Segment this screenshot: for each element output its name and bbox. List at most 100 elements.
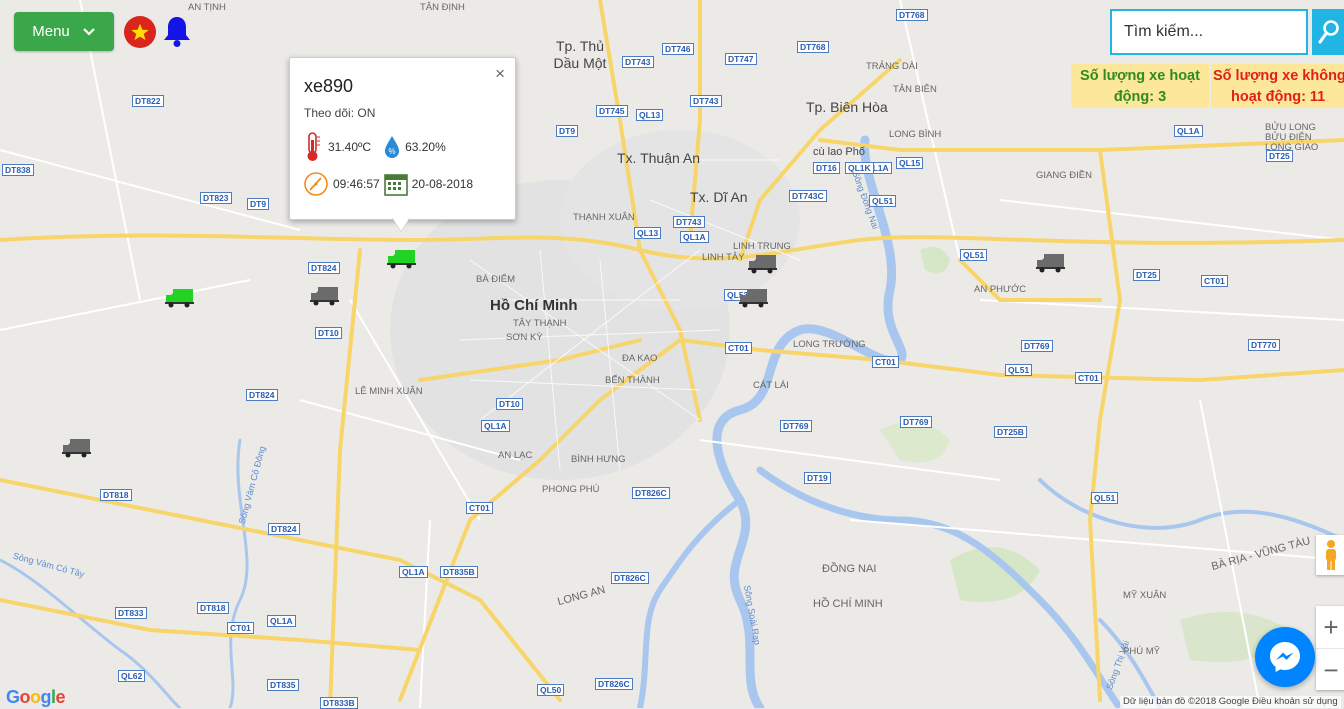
- road-shield: QL51: [1091, 492, 1119, 504]
- inactive-vehicles-count: Số lượng xe không hoạt động: 11: [1211, 64, 1344, 108]
- road-shield: DT9: [556, 125, 579, 137]
- road-shield: DT16: [813, 162, 840, 174]
- road-shield: DT769: [1021, 340, 1053, 352]
- temperature-value: 31.40ºC: [328, 140, 372, 154]
- map-label-district: BÌNH HƯNG: [571, 454, 626, 465]
- road-shield: DT768: [797, 41, 829, 53]
- truck-marker-inactive[interactable]: [310, 285, 340, 307]
- road-shield: DT9: [247, 198, 270, 210]
- menu-button[interactable]: Menu: [14, 12, 114, 51]
- road-shield: DT769: [900, 416, 932, 428]
- road-shield: DT10: [315, 327, 342, 339]
- road-shield: QL50: [537, 684, 565, 696]
- truck-marker-inactive[interactable]: [62, 437, 92, 459]
- road-shield: QL15: [896, 157, 924, 169]
- road-shield: DT833: [115, 607, 147, 619]
- zoom-out-button[interactable]: −: [1316, 649, 1344, 691]
- search-input[interactable]: [1112, 11, 1306, 53]
- vehicle-name: xe890: [304, 76, 354, 96]
- active-count-line2: động: 3: [1113, 89, 1167, 105]
- road-shield: DT747: [725, 53, 757, 65]
- road-shield: DT768: [896, 9, 928, 21]
- map-label-district: LINH TRUNG: [733, 241, 791, 252]
- map-label-district: TÂY THẠNH: [513, 318, 567, 329]
- road-shield: DT822: [132, 95, 164, 107]
- road-shield: QL1A: [1174, 125, 1203, 137]
- humidity-value: 63.20%: [405, 140, 446, 154]
- road-shield: QL51: [960, 249, 988, 261]
- messenger-icon: [1270, 642, 1300, 672]
- menu-label: Menu: [32, 23, 70, 40]
- map-label-district: ĐA KAO: [622, 353, 658, 364]
- street-view-pegman-icon[interactable]: [1316, 535, 1344, 575]
- sensor-row: 31.40ºC % 63.20%: [304, 132, 446, 162]
- truck-marker-inactive[interactable]: [748, 253, 778, 275]
- road-shield: DT824: [268, 523, 300, 535]
- road-shield: DT823: [200, 192, 232, 204]
- popup-pointer: [392, 217, 410, 231]
- vietnam-flag-icon[interactable]: [124, 16, 156, 48]
- road-shield: QL13: [636, 109, 664, 121]
- search-field[interactable]: [1110, 9, 1308, 55]
- road-shield: DT826C: [632, 487, 670, 499]
- road-shield: DT770: [1248, 339, 1280, 351]
- map-label-district: TÂN ĐỊNH: [420, 2, 465, 13]
- map-label-region: ĐỒNG NAI: [822, 563, 877, 575]
- map-label-city: Tx. Thuận An: [617, 150, 701, 166]
- road-shield: QL51: [1005, 364, 1033, 376]
- road-shield: QL1A: [399, 566, 428, 578]
- road-shield: DT25B: [994, 426, 1027, 438]
- calendar-icon: [383, 174, 408, 196]
- road-shield: QL62: [118, 670, 146, 682]
- search-icon: [1318, 20, 1339, 44]
- search-button[interactable]: [1312, 9, 1344, 55]
- map-label-city: Tp. Thủ Dầu Một: [553, 38, 607, 71]
- map-label-district: AN TỊNH: [188, 2, 226, 13]
- bell-icon[interactable]: [161, 15, 193, 49]
- google-logo: Google: [6, 687, 66, 707]
- vehicle-info-popup: × xe890 Theo dõi: ON 31.40ºC % 63.20% 09…: [289, 57, 516, 220]
- map-label-district: TRẢNG DÀI: [866, 61, 918, 72]
- road-shield: DT835B: [440, 566, 478, 578]
- map-label-district: MỸ XUÂN: [1123, 590, 1167, 601]
- road-shield: DT826C: [595, 678, 633, 690]
- road-shield: QL1A: [481, 420, 510, 432]
- map-label-district: LONG BÌNH: [889, 129, 942, 140]
- speedometer-icon: [304, 172, 328, 196]
- road-shield: QL1K: [845, 162, 874, 174]
- road-shield: DT745: [596, 105, 628, 117]
- truck-marker-active[interactable]: [387, 248, 417, 270]
- messenger-chat-button[interactable]: [1255, 627, 1315, 687]
- map-label-district: SƠN KỲ: [506, 332, 543, 343]
- road-shield: DT838: [2, 164, 34, 176]
- time-row: 09:46:57 20-08-2018: [304, 172, 473, 196]
- road-shield: DT824: [246, 389, 278, 401]
- road-shield: DT743: [622, 56, 654, 68]
- road-shield: QL51: [869, 195, 897, 207]
- road-shield: CT01: [872, 356, 899, 368]
- map-label-island: cù lao Phố: [813, 146, 865, 158]
- map-label-city: Tx. Dĩ An: [690, 189, 748, 205]
- road-shield: QL1A: [680, 231, 709, 243]
- truck-marker-inactive[interactable]: [1036, 252, 1066, 274]
- road-shield: DT743: [690, 95, 722, 107]
- humidity-drop-icon: %: [385, 136, 400, 158]
- road-shield: CT01: [227, 622, 254, 634]
- map-label-city: Tp. Biên Hòa: [806, 99, 888, 115]
- map-label-district: BẾN THÀNH: [605, 375, 660, 386]
- inactive-count-line1: Số lượng xe không: [1213, 68, 1344, 84]
- svg-text:%: %: [389, 147, 396, 156]
- inactive-count-line2: hoạt động: 11: [1231, 89, 1326, 105]
- truck-marker-active[interactable]: [165, 287, 195, 309]
- active-count-line1: Số lượng xe hoạt: [1080, 68, 1200, 84]
- map-label-district: BÀ ĐIỂM: [476, 274, 516, 285]
- close-icon[interactable]: ×: [495, 64, 505, 84]
- truck-marker-inactive[interactable]: [739, 287, 769, 309]
- map-label-district: GIANG ĐIỀN: [1036, 170, 1092, 181]
- road-shield: DT835: [267, 679, 299, 691]
- map-label-district: PHONG PHÚ: [542, 484, 600, 495]
- map-label-district: CÁT LÁI: [753, 380, 789, 391]
- map-attribution[interactable]: Dữ liệu bản đồ ©2018 Google Điều khoản s…: [1120, 696, 1341, 708]
- road-shield: CT01: [466, 502, 493, 514]
- zoom-in-button[interactable]: +: [1316, 606, 1344, 649]
